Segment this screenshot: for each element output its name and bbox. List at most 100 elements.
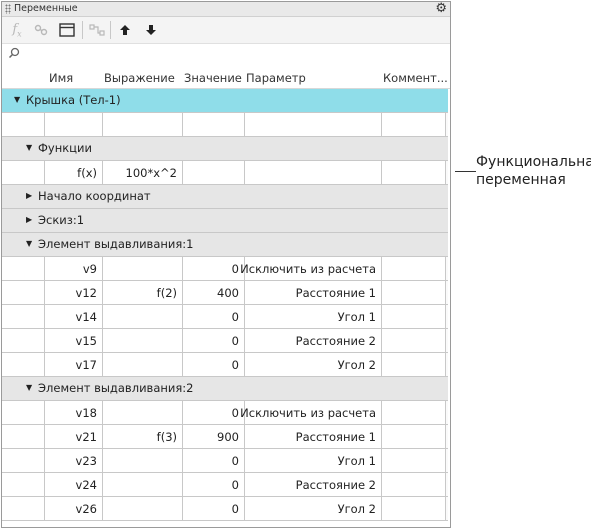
cell-comment[interactable]	[382, 257, 446, 280]
gear-icon[interactable]: ⚙	[435, 2, 447, 16]
cell-name[interactable]: v24	[45, 473, 103, 496]
group-row[interactable]: ▼ Элемент выдавливания:2	[2, 377, 448, 401]
cell-name[interactable]	[45, 113, 103, 136]
collapse-arrow-icon[interactable]: ▼	[26, 239, 32, 248]
cell-value[interactable]: 0	[183, 449, 245, 472]
cell-value[interactable]: 900	[183, 425, 245, 448]
table-row[interactable]: v18 0 Исключить из расчета	[2, 401, 448, 425]
cell-expression[interactable]	[103, 329, 183, 352]
cell-expression[interactable]	[103, 497, 183, 520]
group-row[interactable]: ▶ Эскиз:1	[2, 209, 448, 233]
group-row[interactable]: ▼ Функции	[2, 137, 448, 161]
cell-comment[interactable]	[382, 161, 446, 184]
cell-expression[interactable]	[103, 353, 183, 376]
table-row[interactable]: v12 f(2) 400 Расстояние 1	[2, 281, 448, 305]
cell-expression[interactable]	[103, 113, 183, 136]
table-row[interactable]: v24 0 Расстояние 2	[2, 473, 448, 497]
cell-value[interactable]: 0	[183, 401, 245, 424]
cell-value[interactable]: 0	[183, 257, 245, 280]
column-header-parameter[interactable]: Параметр	[246, 71, 306, 85]
column-header-expression[interactable]: Выражение	[104, 71, 175, 85]
cell-value[interactable]: 400	[183, 281, 245, 304]
cell-name[interactable]: v23	[45, 449, 103, 472]
collapse-arrow-icon[interactable]: ▼	[26, 143, 32, 152]
cell-name[interactable]: v26	[45, 497, 103, 520]
cell-parameter[interactable]: Угол 1	[245, 305, 382, 328]
cell-expression[interactable]	[103, 473, 183, 496]
cell-expression[interactable]	[103, 257, 183, 280]
table-row[interactable]: v14 0 Угол 1	[2, 305, 448, 329]
cell-comment[interactable]	[382, 329, 446, 352]
cell-value[interactable]	[183, 161, 245, 184]
cell-parameter[interactable]: Угол 2	[245, 353, 382, 376]
cell-parameter[interactable]: Расстояние 1	[245, 425, 382, 448]
cell-expression[interactable]: f(3)	[103, 425, 183, 448]
table-row[interactable]: v15 0 Расстояние 2	[2, 329, 448, 353]
tree-button[interactable]	[86, 19, 108, 41]
table-row[interactable]	[2, 113, 448, 137]
cell-name[interactable]: v14	[45, 305, 103, 328]
window-button[interactable]	[56, 19, 78, 41]
table-row[interactable]: f(x) 100*x^2	[2, 161, 448, 185]
cell-comment[interactable]	[382, 113, 446, 136]
cell-parameter[interactable]: Угол 1	[245, 449, 382, 472]
cell-comment[interactable]	[382, 305, 446, 328]
cell-expression[interactable]	[103, 449, 183, 472]
expand-arrow-icon[interactable]: ▶	[26, 191, 32, 200]
cell-parameter[interactable]: Расстояние 2	[245, 473, 382, 496]
fx-button[interactable]: fx	[6, 19, 28, 41]
column-header-comment[interactable]: Коммент...	[383, 71, 448, 85]
cell-name[interactable]: v17	[45, 353, 103, 376]
column-header-name[interactable]: Имя	[49, 71, 73, 85]
expand-arrow-icon[interactable]: ▶	[26, 215, 32, 224]
collapse-arrow-icon[interactable]: ▼	[26, 383, 32, 392]
move-up-button[interactable]	[114, 19, 136, 41]
collapse-arrow-icon[interactable]: ▼	[14, 95, 20, 104]
cell-value[interactable]: 0	[183, 305, 245, 328]
table-row[interactable]: v23 0 Угол 1	[2, 449, 448, 473]
cell-comment[interactable]	[382, 473, 446, 496]
search-input[interactable]	[2, 43, 450, 67]
cell-parameter[interactable]	[245, 113, 382, 136]
table-row[interactable]: v9 0 Исключить из расчета	[2, 257, 448, 281]
table-row[interactable]: v26 0 Угол 2	[2, 497, 448, 521]
link-button[interactable]	[30, 19, 52, 41]
cell-comment[interactable]	[382, 281, 446, 304]
cell-comment[interactable]	[382, 353, 446, 376]
cell-name[interactable]: v12	[45, 281, 103, 304]
group-row[interactable]: ▼ Элемент выдавливания:1	[2, 233, 448, 257]
cell-comment[interactable]	[382, 497, 446, 520]
cell-comment[interactable]	[382, 425, 446, 448]
group-root[interactable]: ▼ Крышка (Тел-1)	[2, 89, 448, 113]
cell-expression[interactable]	[103, 401, 183, 424]
cell-value[interactable]: 0	[183, 353, 245, 376]
cell-value[interactable]: 0	[183, 497, 245, 520]
cell-value[interactable]	[183, 113, 245, 136]
cell-parameter[interactable]: Расстояние 1	[245, 281, 382, 304]
cell-value[interactable]: 0	[183, 329, 245, 352]
cell-name[interactable]: v15	[45, 329, 103, 352]
cell-parameter[interactable]: Угол 2	[245, 497, 382, 520]
panel-titlebar[interactable]: Переменные ⚙	[2, 2, 450, 17]
move-down-button[interactable]	[140, 19, 162, 41]
cell-parameter[interactable]: Исключить из расчета	[240, 257, 382, 280]
group-row[interactable]: ▶ Начало координат	[2, 185, 448, 209]
drag-grip-icon[interactable]	[5, 4, 11, 14]
cell-name[interactable]: v9	[45, 257, 103, 280]
cell-value[interactable]: 0	[183, 473, 245, 496]
table-row[interactable]: v21 f(3) 900 Расстояние 1	[2, 425, 448, 449]
cell-expression[interactable]: 100*x^2	[103, 161, 183, 184]
cell-expression[interactable]: f(2)	[103, 281, 183, 304]
table-row[interactable]: v17 0 Угол 2	[2, 353, 448, 377]
cell-name[interactable]: f(x)	[45, 161, 103, 184]
cell-parameter[interactable]	[245, 161, 382, 184]
cell-expression[interactable]	[103, 305, 183, 328]
cell-comment[interactable]	[382, 449, 446, 472]
cell-parameter[interactable]: Расстояние 2	[245, 329, 382, 352]
cell-parameter[interactable]: Исключить из расчета	[240, 401, 382, 424]
column-header-value[interactable]: Значение	[184, 71, 242, 85]
cell-name[interactable]: v18	[45, 401, 103, 424]
cell-name[interactable]: v21	[45, 425, 103, 448]
cell-comment[interactable]	[382, 401, 446, 424]
search-icon	[8, 47, 20, 59]
